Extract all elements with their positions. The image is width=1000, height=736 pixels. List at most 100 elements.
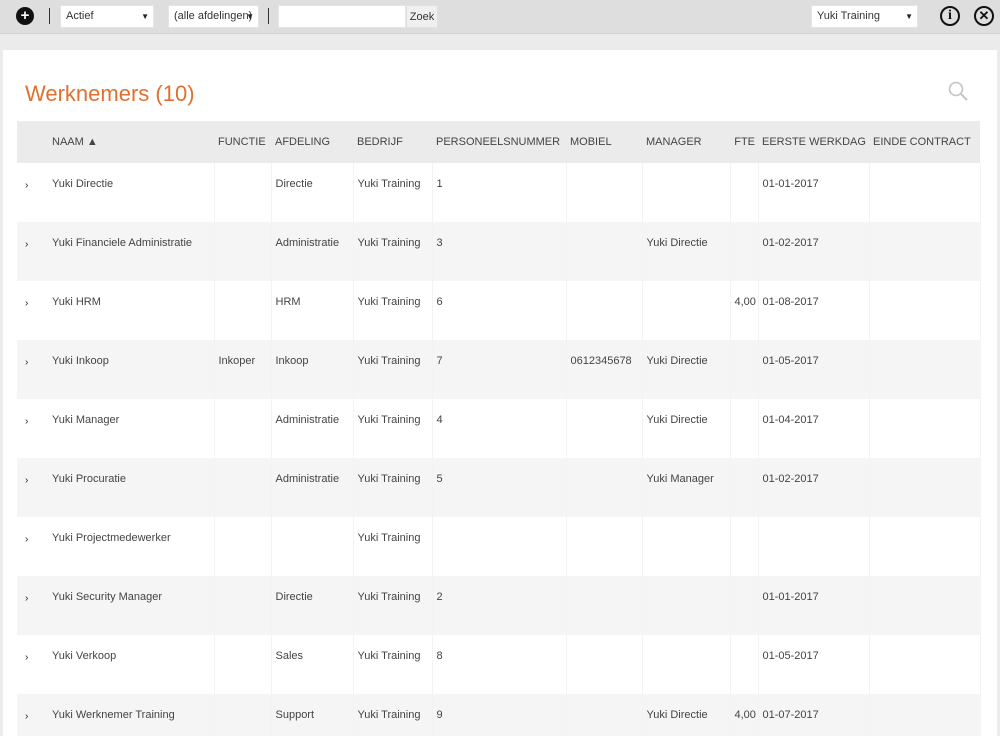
cell-einde-contract [869, 399, 981, 458]
cell-bedrijf: Yuki Training [353, 222, 433, 281]
col-header-manager[interactable]: MANAGER [642, 121, 730, 163]
cell-einde-contract [869, 517, 981, 576]
cell-afdeling: Administratie [271, 399, 354, 458]
col-header-mobiel[interactable]: MOBIEL [566, 121, 642, 163]
table-row[interactable]: › Yuki HRM HRM Yuki Training 6 4,00 01-08-2017 [17, 281, 981, 340]
toolbar: + Actief ▼ (alle afdelingen) ▼ Zoek Yuki… [0, 0, 1000, 34]
table-row[interactable]: › Yuki Procuratie Administratie Yuki Traini… [17, 458, 981, 517]
add-employee-icon[interactable]: + [16, 7, 34, 25]
cell-functie [214, 458, 272, 517]
info-icon[interactable]: i [940, 6, 960, 26]
cell-naam: Yuki Security Manager [48, 576, 215, 635]
col-header-expand [17, 121, 48, 163]
search-input[interactable] [278, 5, 406, 28]
table-row[interactable]: › Yuki Manager Administratie Yuki Training 4… [17, 399, 981, 458]
cell-einde-contract [869, 163, 981, 222]
cell-afdeling: Directie [271, 576, 354, 635]
col-header-einde-contract[interactable]: EINDE CONTRACT [869, 121, 980, 163]
cell-mobiel [566, 517, 643, 576]
cell-personeelsnummer: 1 [432, 163, 567, 222]
cell-mobiel [566, 399, 643, 458]
chevron-right-icon[interactable]: › [17, 694, 48, 736]
cell-fte [730, 222, 759, 281]
cell-naam: Yuki Projectmedewerker [48, 517, 215, 576]
department-select[interactable]: (alle afdelingen) ▼ [168, 5, 259, 28]
chevron-right-icon[interactable]: › [17, 163, 48, 222]
cell-personeelsnummer: 9 [432, 694, 567, 736]
col-header-afdeling[interactable]: AFDELING [271, 121, 353, 163]
cell-mobiel [566, 222, 643, 281]
col-header-fte[interactable]: FTE [730, 121, 758, 163]
col-header-personeelsnummer[interactable]: PERSONEELSNUMMER [432, 121, 566, 163]
cell-functie [214, 694, 272, 736]
page-title: Werknemers (10) [25, 81, 195, 106]
cell-eerste-werkdag: 01-02-2017 [758, 458, 870, 517]
cell-manager [642, 281, 731, 340]
cell-functie [214, 517, 272, 576]
toolbar-divider [49, 8, 50, 24]
employees-panel: Werknemers (10) NAAM ▲ FUNCTIE AFDELING … [3, 50, 997, 736]
cell-personeelsnummer: 3 [432, 222, 567, 281]
cell-afdeling: Administratie [271, 458, 354, 517]
cell-fte: 4,00 [730, 281, 759, 340]
table-header: NAAM ▲ FUNCTIE AFDELING BEDRIJF PERSONEE… [17, 121, 980, 163]
cell-afdeling: Administratie [271, 222, 354, 281]
cell-naam: Yuki Financiele Administratie [48, 222, 215, 281]
cell-naam: Yuki Werknemer Training [48, 694, 215, 736]
col-header-naam[interactable]: NAAM ▲ [48, 121, 214, 163]
cell-naam: Yuki Procuratie [48, 458, 215, 517]
cell-personeelsnummer: 8 [432, 635, 567, 694]
table-row[interactable]: › Yuki Financiele Administratie Administra… [17, 222, 981, 281]
cell-bedrijf: Yuki Training [353, 163, 433, 222]
chevron-right-icon[interactable]: › [17, 635, 48, 694]
table-row[interactable]: › Yuki Projectmedewerker Yuki Training [17, 517, 981, 576]
cell-einde-contract [869, 635, 981, 694]
cell-bedrijf: Yuki Training [353, 517, 433, 576]
cell-fte [730, 576, 759, 635]
cell-personeelsnummer: 4 [432, 399, 567, 458]
cell-eerste-werkdag: 01-01-2017 [758, 163, 870, 222]
cell-naam: Yuki Manager [48, 399, 215, 458]
col-header-bedrijf[interactable]: BEDRIJF [353, 121, 432, 163]
status-select[interactable]: Actief ▼ [60, 5, 154, 28]
chevron-right-icon[interactable]: › [17, 576, 48, 635]
table-row[interactable]: › Yuki Werknemer Training Support Yuki Trai… [17, 694, 981, 736]
cell-personeelsnummer: 2 [432, 576, 567, 635]
chevron-right-icon[interactable]: › [17, 222, 48, 281]
cell-bedrijf: Yuki Training [353, 576, 433, 635]
chevron-down-icon: ▼ [905, 12, 913, 21]
chevron-down-icon: ▼ [246, 12, 254, 21]
company-select[interactable]: Yuki Training ▼ [811, 5, 918, 28]
cell-naam: Yuki Directie [48, 163, 215, 222]
chevron-right-icon[interactable]: › [17, 281, 48, 340]
col-header-functie[interactable]: FUNCTIE [214, 121, 271, 163]
table-row[interactable]: › Yuki Directie Directie Yuki Training 1 01-0… [17, 163, 981, 222]
cell-eerste-werkdag: 01-01-2017 [758, 576, 870, 635]
close-icon[interactable]: ✕ [974, 6, 994, 26]
chevron-right-icon[interactable]: › [17, 340, 48, 399]
table-row[interactable]: › Yuki Inkoop Inkoper Inkoop Yuki Training 7 0… [17, 340, 981, 399]
chevron-right-icon[interactable]: › [17, 458, 48, 517]
table-row[interactable]: › Yuki Verkoop Sales Yuki Training 8 01-05-20… [17, 635, 981, 694]
cell-bedrijf: Yuki Training [353, 340, 433, 399]
chevron-right-icon[interactable]: › [17, 399, 48, 458]
cell-einde-contract [869, 694, 981, 736]
cell-einde-contract [869, 281, 981, 340]
cell-manager [642, 163, 731, 222]
cell-afdeling: Support [271, 694, 354, 736]
col-header-eerste-werkdag[interactable]: EERSTE WERKDAG [758, 121, 869, 163]
cell-afdeling [271, 517, 354, 576]
cell-personeelsnummer: 5 [432, 458, 567, 517]
cell-mobiel [566, 281, 643, 340]
cell-manager: Yuki Manager [642, 458, 731, 517]
cell-afdeling: Directie [271, 163, 354, 222]
search-button[interactable]: Zoek [406, 5, 438, 28]
cell-manager: Yuki Directie [642, 399, 731, 458]
cell-einde-contract [869, 222, 981, 281]
cell-afdeling: Sales [271, 635, 354, 694]
table-row[interactable]: › Yuki Security Manager Directie Yuki Train… [17, 576, 981, 635]
chevron-right-icon[interactable]: › [17, 517, 48, 576]
search-icon[interactable] [947, 80, 969, 102]
cell-eerste-werkdag: 01-08-2017 [758, 281, 870, 340]
chevron-down-icon: ▼ [141, 12, 149, 21]
